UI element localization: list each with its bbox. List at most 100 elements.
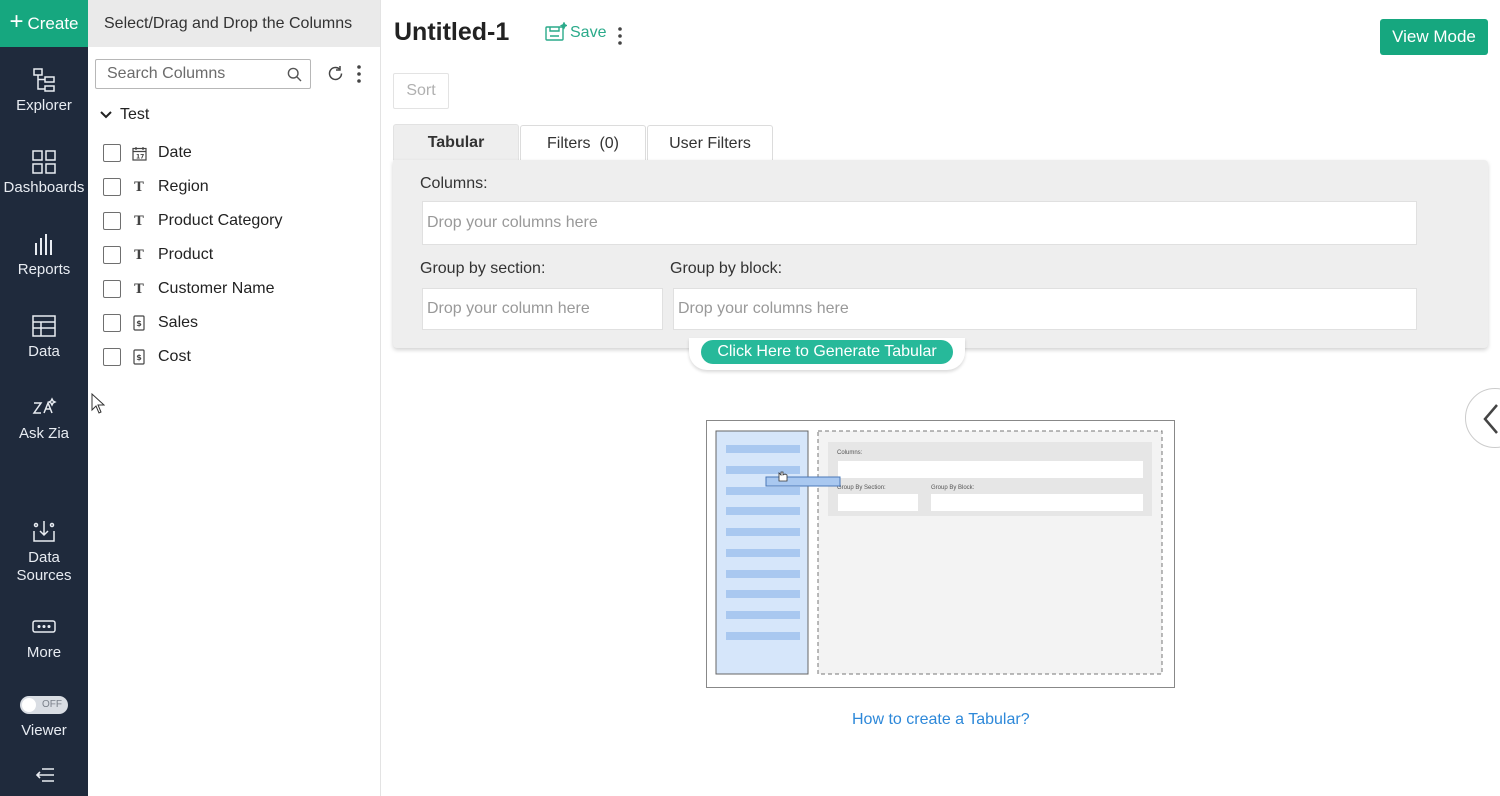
tab-tabular[interactable]: Tabular — [393, 124, 519, 161]
columns-panel-header: Select/Drag and Drop the Columns — [88, 0, 380, 47]
text-type-icon: T — [134, 179, 144, 195]
more-options-icon[interactable] — [617, 26, 623, 46]
columns-drop-zone[interactable]: Drop your columns here — [422, 201, 1417, 245]
nav-label: Data — [28, 343, 60, 360]
nav-item-dashboards[interactable]: Dashboards — [0, 149, 88, 197]
kebab-menu-icon[interactable] — [356, 64, 362, 84]
group-by-block-label: Group by block: — [670, 260, 783, 277]
column-name: Customer Name — [158, 280, 275, 297]
side-panel-toggle[interactable] — [1465, 388, 1500, 448]
nav-item-data[interactable]: Data — [0, 313, 88, 361]
column-checkbox[interactable] — [103, 280, 121, 298]
viewer-label: Viewer — [21, 722, 67, 739]
search-icon[interactable] — [287, 67, 302, 82]
nav-item-reports[interactable]: Reports — [0, 231, 88, 279]
column-item-sales[interactable]: $ Sales — [103, 306, 373, 340]
toggle-state-text: OFF — [42, 699, 62, 710]
chevron-down-icon — [100, 111, 112, 119]
nav-label: Dashboards — [3, 179, 85, 196]
generate-button-tab: Click Here to Generate Tabular — [689, 338, 965, 370]
data-icon — [32, 315, 56, 337]
column-name: Product Category — [158, 212, 283, 229]
table-node-test[interactable]: Test — [100, 106, 149, 124]
svg-text:17: 17 — [136, 153, 144, 160]
nav-item-more[interactable]: More — [0, 614, 88, 662]
nav-label: Ask Zia — [18, 425, 69, 442]
column-checkbox[interactable] — [103, 348, 121, 366]
ask-zia-icon — [32, 397, 57, 414]
main-area: Untitled-1 Save View Mode Sort Tabular F… — [381, 0, 1500, 796]
text-type-icon: T — [134, 247, 144, 263]
column-name: Cost — [158, 348, 191, 365]
reports-icon — [35, 234, 52, 255]
text-type-icon: T — [134, 281, 144, 297]
how-to-create-tabular-link[interactable]: How to create a Tabular? — [852, 711, 1030, 729]
nav-label: Reports — [17, 261, 71, 278]
collapse-nav-icon[interactable] — [34, 766, 56, 784]
currency-icon: $ — [131, 315, 147, 331]
app-root: + Create Explorer Dashboards Reports Dat… — [0, 0, 1500, 796]
toggle-knob — [22, 698, 36, 712]
illustration-columns-label: Columns: — [837, 450, 863, 456]
columns-label: Columns: — [420, 175, 488, 192]
viewer-toggle-group: OFF Viewer — [0, 696, 88, 739]
column-item-cost[interactable]: $ Cost — [103, 340, 373, 374]
dashboards-icon — [32, 150, 56, 174]
tab-user-filters[interactable]: User Filters — [647, 125, 773, 161]
nav-item-data-sources[interactable]: Data Sources — [0, 519, 88, 585]
column-name: Date — [158, 144, 192, 161]
view-mode-button[interactable]: View Mode — [1380, 19, 1488, 55]
group-by-block-drop-zone[interactable]: Drop your columns here — [673, 288, 1417, 330]
create-label: Create — [27, 13, 79, 33]
illustration-group-section-label: Group By Section: — [837, 485, 886, 491]
column-item-product-category[interactable]: T Product Category — [103, 204, 373, 238]
report-title[interactable]: Untitled-1 — [394, 18, 509, 47]
illustration-group-block-label: Group By Block: — [931, 485, 975, 491]
column-checkbox[interactable] — [103, 144, 121, 162]
column-name: Sales — [158, 314, 199, 331]
refresh-icon[interactable] — [326, 64, 345, 83]
viewer-toggle[interactable]: OFF — [20, 696, 68, 714]
column-list: 17 Date T Region T Product Category T Pr… — [103, 136, 373, 374]
save-label: Save — [570, 24, 607, 41]
column-item-region[interactable]: T Region — [103, 170, 373, 204]
tabular-design-panel: Columns: Drop your columns here Group by… — [393, 160, 1488, 348]
data-sources-icon — [33, 521, 55, 542]
save-icon — [545, 22, 567, 41]
group-by-section-label: Group by section: — [420, 260, 546, 277]
column-name: Region — [158, 178, 209, 195]
create-button[interactable]: + Create — [0, 0, 88, 47]
tab-filters[interactable]: Filters (0) — [520, 125, 646, 161]
sort-button[interactable]: Sort — [393, 73, 449, 109]
column-item-date[interactable]: 17 Date — [103, 136, 373, 170]
column-checkbox[interactable] — [103, 178, 121, 196]
generate-tabular-button[interactable]: Click Here to Generate Tabular — [701, 340, 953, 364]
column-checkbox[interactable] — [103, 246, 121, 264]
calendar-icon: 17 — [131, 146, 147, 161]
column-item-product[interactable]: T Product — [103, 238, 373, 272]
chevron-left-icon — [1483, 404, 1498, 434]
svg-text:$: $ — [136, 319, 142, 328]
column-checkbox[interactable] — [103, 212, 121, 230]
mouse-cursor-icon — [91, 393, 105, 414]
group-by-section-drop-zone[interactable]: Drop your column here — [422, 288, 663, 330]
columns-panel: Select/Drag and Drop the Columns Test 17… — [88, 0, 381, 796]
column-name: Product — [158, 246, 214, 263]
text-type-icon: T — [134, 213, 144, 229]
nav-item-explorer[interactable]: Explorer — [0, 67, 88, 115]
more-icon — [32, 620, 56, 633]
currency-icon: $ — [131, 349, 147, 365]
nav-item-ask-zia[interactable]: Ask Zia — [0, 395, 88, 443]
save-button[interactable]: Save — [545, 22, 606, 42]
nav-label: Explorer — [16, 97, 72, 114]
nav-label: Data Sources — [16, 549, 72, 584]
search-input[interactable] — [96, 60, 276, 88]
column-item-customer-name[interactable]: T Customer Name — [103, 272, 373, 306]
column-checkbox[interactable] — [103, 314, 121, 332]
left-nav: + Create Explorer Dashboards Reports Dat… — [0, 0, 88, 796]
nav-label: More — [26, 644, 62, 661]
search-box — [95, 59, 311, 89]
plus-icon: + — [9, 8, 24, 35]
svg-text:$: $ — [136, 353, 142, 362]
table-name: Test — [120, 106, 150, 123]
